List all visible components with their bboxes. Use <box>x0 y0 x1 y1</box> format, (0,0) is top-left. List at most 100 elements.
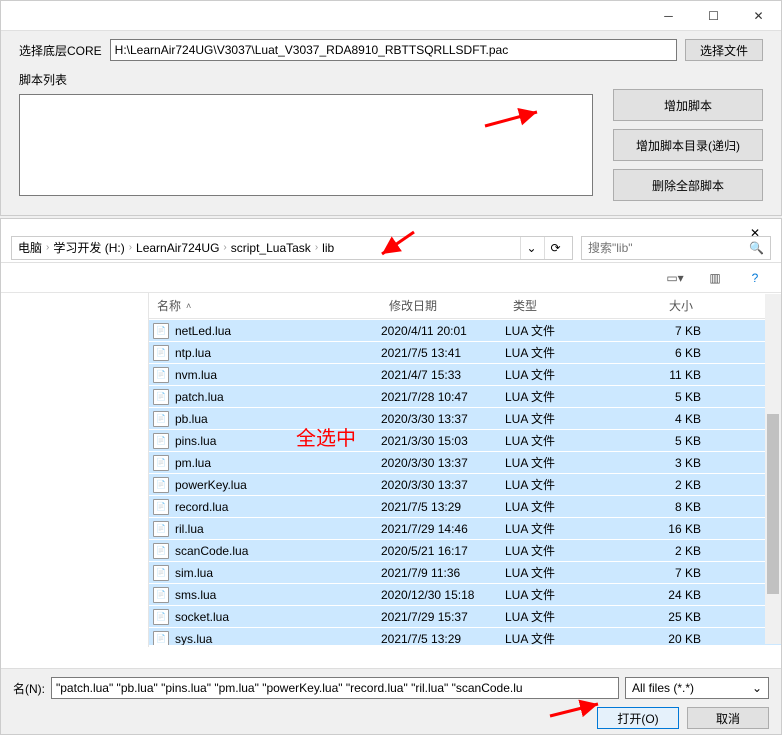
chevron-down-icon: ⌄ <box>752 681 762 695</box>
file-date: 2021/7/9 11:36 <box>381 566 505 580</box>
file-date: 2021/7/28 10:47 <box>381 390 505 404</box>
core-label: 选择底层CORE <box>19 42 102 59</box>
breadcrumb-item[interactable]: LearnAir724UG <box>136 241 219 255</box>
search-icon: 🔍 <box>749 241 764 255</box>
help-icon[interactable]: ? <box>741 267 769 289</box>
file-size: 8 KB <box>605 500 701 514</box>
core-path-input[interactable] <box>110 39 677 61</box>
breadcrumb-dropdown-icon[interactable]: ⌄ <box>520 237 542 259</box>
toolbar: ▭▾ ▥ ? <box>1 263 781 293</box>
script-list-label: 脚本列表 <box>19 71 593 88</box>
file-type: LUA 文件 <box>505 608 605 625</box>
column-type-header[interactable]: 类型 <box>505 297 605 314</box>
file-row[interactable]: 📄sys.lua2021/7/5 13:29LUA 文件20 KB <box>149 627 781 645</box>
vertical-scrollbar[interactable] <box>765 294 781 644</box>
filetype-filter[interactable]: All files (*.*) ⌄ <box>625 677 769 699</box>
file-row[interactable]: 📄pm.lua2020/3/30 13:37LUA 文件3 KB <box>149 451 781 473</box>
navigation-pane[interactable] <box>1 293 149 647</box>
file-icon: 📄 <box>153 323 169 339</box>
filename-input[interactable] <box>51 677 619 699</box>
file-row[interactable]: 📄ril.lua2021/7/29 14:46LUA 文件16 KB <box>149 517 781 539</box>
file-row[interactable]: 📄powerKey.lua2020/3/30 13:37LUA 文件2 KB <box>149 473 781 495</box>
breadcrumb-item[interactable]: 电脑 <box>18 239 42 256</box>
close-button[interactable]: ✕ <box>736 1 781 31</box>
file-name: pins.lua <box>175 434 216 448</box>
file-size: 11 KB <box>605 368 701 382</box>
file-row[interactable]: 📄socket.lua2021/7/29 15:37LUA 文件25 KB <box>149 605 781 627</box>
pick-file-button[interactable]: 选择文件 <box>685 39 763 61</box>
breadcrumb[interactable]: 电脑› 学习开发 (H:)› LearnAir724UG› script_Lua… <box>11 236 573 260</box>
file-name: record.lua <box>175 500 228 514</box>
file-size: 2 KB <box>605 544 701 558</box>
file-date: 2020/5/21 16:17 <box>381 544 505 558</box>
file-size: 24 KB <box>605 588 701 602</box>
file-list: 名称˄ 修改日期 类型 大小 📄netLed.lua2020/4/11 20:0… <box>149 293 781 647</box>
file-type: LUA 文件 <box>505 454 605 471</box>
file-date: 2021/7/29 15:37 <box>381 610 505 624</box>
dialog-footer: 名(N): All files (*.*) ⌄ 打开(O) 取消 <box>1 668 781 734</box>
file-size: 7 KB <box>605 324 701 338</box>
file-icon: 📄 <box>153 455 169 471</box>
file-name: sms.lua <box>175 588 216 602</box>
file-icon: 📄 <box>153 631 169 646</box>
file-row[interactable]: 📄pins.lua2021/3/30 15:03LUA 文件5 KB <box>149 429 781 451</box>
file-icon: 📄 <box>153 367 169 383</box>
open-button[interactable]: 打开(O) <box>597 707 679 729</box>
file-row[interactable]: 📄sim.lua2021/7/9 11:36LUA 文件7 KB <box>149 561 781 583</box>
column-size-header[interactable]: 大小 <box>605 297 701 314</box>
file-row[interactable]: 📄nvm.lua2021/4/7 15:33LUA 文件11 KB <box>149 363 781 385</box>
file-date: 2020/12/30 15:18 <box>381 588 505 602</box>
add-script-dir-button[interactable]: 增加脚本目录(递归) <box>613 129 763 161</box>
file-date: 2021/7/5 13:29 <box>381 632 505 646</box>
file-icon: 📄 <box>153 411 169 427</box>
file-size: 6 KB <box>605 346 701 360</box>
view-options-icon[interactable]: ▭▾ <box>661 267 689 289</box>
file-type: LUA 文件 <box>505 498 605 515</box>
file-type: LUA 文件 <box>505 366 605 383</box>
file-row[interactable]: 📄scanCode.lua2020/5/21 16:17LUA 文件2 KB <box>149 539 781 561</box>
file-type: LUA 文件 <box>505 542 605 559</box>
file-icon: 📄 <box>153 587 169 603</box>
file-name: sys.lua <box>175 632 212 646</box>
file-row[interactable]: 📄record.lua2021/7/5 13:29LUA 文件8 KB <box>149 495 781 517</box>
search-input[interactable] <box>588 241 749 255</box>
column-name-header[interactable]: 名称˄ <box>149 297 381 314</box>
scrollbar-thumb[interactable] <box>767 414 779 594</box>
script-list-area[interactable] <box>19 94 593 196</box>
breadcrumb-item[interactable]: script_LuaTask <box>231 241 311 255</box>
column-date-header[interactable]: 修改日期 <box>381 297 505 314</box>
titlebar: ─ ☐ ✕ <box>1 1 781 31</box>
refresh-icon[interactable]: ⟳ <box>544 237 566 259</box>
file-row[interactable]: 📄patch.lua2021/7/28 10:47LUA 文件5 KB <box>149 385 781 407</box>
add-script-button[interactable]: 增加脚本 <box>613 89 763 121</box>
breadcrumb-item[interactable]: 学习开发 (H:) <box>53 239 124 256</box>
file-type: LUA 文件 <box>505 520 605 537</box>
remove-all-scripts-button[interactable]: 删除全部脚本 <box>613 169 763 201</box>
file-name: powerKey.lua <box>175 478 247 492</box>
file-date: 2020/3/30 13:37 <box>381 412 505 426</box>
file-size: 3 KB <box>605 456 701 470</box>
file-name: pm.lua <box>175 456 211 470</box>
file-date: 2021/3/30 15:03 <box>381 434 505 448</box>
search-box[interactable]: 🔍 <box>581 236 771 260</box>
file-size: 5 KB <box>605 390 701 404</box>
file-row[interactable]: 📄netLed.lua2020/4/11 20:01LUA 文件7 KB <box>149 319 781 341</box>
file-row[interactable]: 📄ntp.lua2021/7/5 13:41LUA 文件6 KB <box>149 341 781 363</box>
maximize-button[interactable]: ☐ <box>691 1 736 31</box>
file-row[interactable]: 📄pb.lua2020/3/30 13:37LUA 文件4 KB <box>149 407 781 429</box>
file-name: patch.lua <box>175 390 224 404</box>
file-icon: 📄 <box>153 389 169 405</box>
breadcrumb-item[interactable]: lib <box>322 241 334 255</box>
preview-pane-icon[interactable]: ▥ <box>701 267 729 289</box>
cancel-button[interactable]: 取消 <box>687 707 769 729</box>
file-size: 25 KB <box>605 610 701 624</box>
minimize-button[interactable]: ─ <box>646 1 691 31</box>
file-icon: 📄 <box>153 543 169 559</box>
file-type: LUA 文件 <box>505 410 605 427</box>
file-type: LUA 文件 <box>505 432 605 449</box>
file-row[interactable]: 📄sms.lua2020/12/30 15:18LUA 文件24 KB <box>149 583 781 605</box>
column-header-row: 名称˄ 修改日期 类型 大小 <box>149 293 781 319</box>
file-type: LUA 文件 <box>505 344 605 361</box>
file-icon: 📄 <box>153 565 169 581</box>
file-size: 7 KB <box>605 566 701 580</box>
